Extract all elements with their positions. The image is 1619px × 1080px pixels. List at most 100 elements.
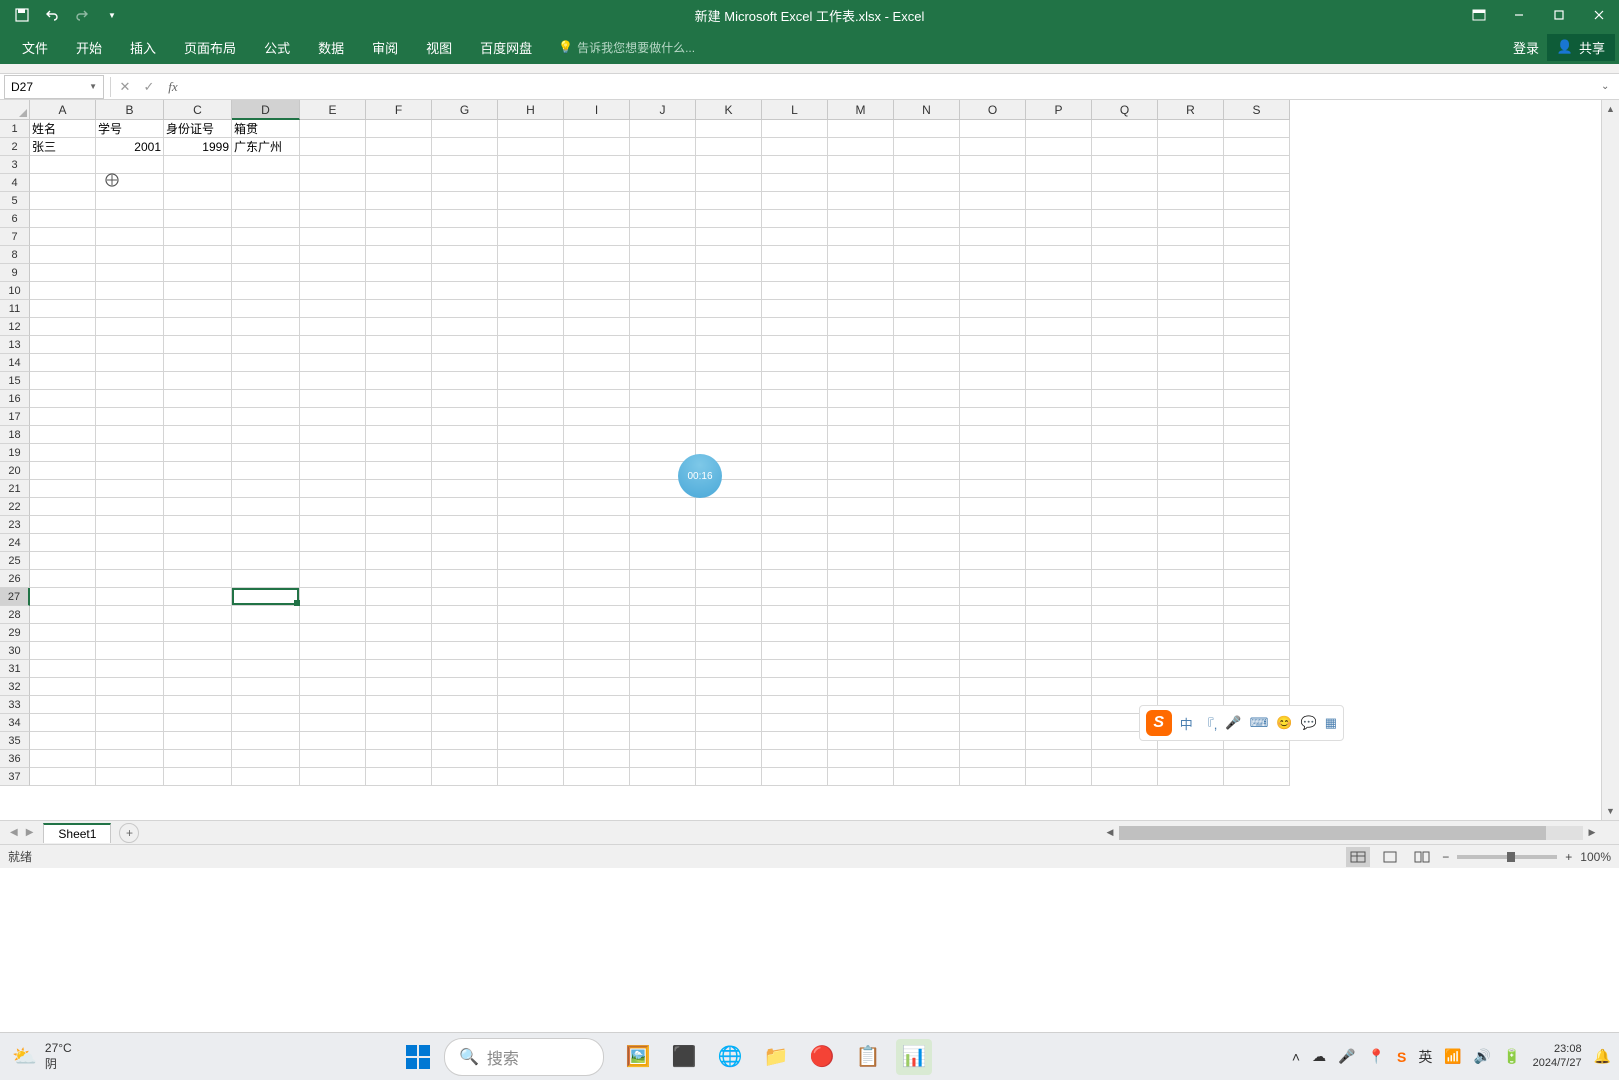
cell[interactable] (300, 714, 366, 732)
tab-review[interactable]: 审阅 (358, 30, 412, 64)
cell[interactable] (828, 192, 894, 210)
cell[interactable] (1224, 534, 1290, 552)
cell[interactable] (96, 714, 164, 732)
column-header[interactable]: G (432, 100, 498, 120)
cell[interactable] (1224, 300, 1290, 318)
cell[interactable] (960, 426, 1026, 444)
cell[interactable] (762, 678, 828, 696)
cell[interactable] (300, 678, 366, 696)
column-header[interactable]: N (894, 100, 960, 120)
cell[interactable] (894, 516, 960, 534)
cell[interactable] (1224, 192, 1290, 210)
cell[interactable] (432, 660, 498, 678)
tab-insert[interactable]: 插入 (116, 30, 170, 64)
cell[interactable] (828, 336, 894, 354)
cell[interactable] (894, 426, 960, 444)
cell[interactable] (498, 444, 564, 462)
cell[interactable] (1158, 660, 1224, 678)
share-button[interactable]: 👤 共享 (1547, 34, 1615, 61)
tab-home[interactable]: 开始 (62, 30, 116, 64)
cell[interactable] (300, 372, 366, 390)
row-header[interactable]: 14 (0, 354, 30, 372)
cell[interactable] (300, 246, 366, 264)
cell[interactable] (696, 156, 762, 174)
cell[interactable] (1158, 246, 1224, 264)
cell[interactable] (232, 570, 300, 588)
ime-punct[interactable]: 『, (1201, 714, 1218, 733)
cell[interactable] (696, 354, 762, 372)
cell[interactable]: 2001 (96, 138, 164, 156)
cell[interactable] (432, 588, 498, 606)
tray-mic-icon[interactable]: 🎤 (1338, 1048, 1355, 1065)
cell[interactable] (498, 732, 564, 750)
cell[interactable] (762, 714, 828, 732)
cell[interactable] (696, 300, 762, 318)
cell[interactable] (1092, 408, 1158, 426)
cell[interactable] (366, 570, 432, 588)
cell[interactable] (696, 246, 762, 264)
cell[interactable] (1158, 534, 1224, 552)
cell[interactable] (432, 444, 498, 462)
cell[interactable] (1158, 282, 1224, 300)
cell[interactable] (498, 282, 564, 300)
cell[interactable] (696, 174, 762, 192)
cell[interactable] (232, 534, 300, 552)
cell[interactable] (232, 354, 300, 372)
cell[interactable] (432, 750, 498, 768)
cell[interactable] (762, 372, 828, 390)
cell[interactable] (564, 642, 630, 660)
cell[interactable] (696, 678, 762, 696)
cell[interactable] (432, 570, 498, 588)
cell[interactable] (164, 660, 232, 678)
cell[interactable] (1026, 570, 1092, 588)
cell[interactable] (630, 534, 696, 552)
cell[interactable]: 广东广州 (232, 138, 300, 156)
column-header[interactable]: C (164, 100, 232, 120)
row-header[interactable]: 20 (0, 462, 30, 480)
cell[interactable] (164, 174, 232, 192)
cell[interactable] (696, 696, 762, 714)
cell[interactable] (564, 282, 630, 300)
scroll-left-icon[interactable]: ◀ (1101, 827, 1119, 838)
cell[interactable] (96, 318, 164, 336)
cell[interactable] (828, 714, 894, 732)
cell[interactable] (828, 156, 894, 174)
cell[interactable] (96, 696, 164, 714)
taskbar-chrome-icon[interactable]: 🔴 (804, 1039, 840, 1075)
cell[interactable] (696, 408, 762, 426)
cell[interactable] (696, 642, 762, 660)
cell[interactable] (232, 732, 300, 750)
cell[interactable] (232, 264, 300, 282)
tray-onedrive-icon[interactable]: ☁ (1312, 1048, 1326, 1065)
undo-icon[interactable] (44, 7, 60, 23)
cell[interactable] (762, 354, 828, 372)
cell[interactable] (1026, 426, 1092, 444)
cell[interactable] (498, 624, 564, 642)
cell[interactable] (828, 210, 894, 228)
ime-toolbar[interactable]: S 中 『, 🎤 ⌨ 😊 💬 ▦ (1139, 705, 1344, 741)
cell[interactable] (30, 732, 96, 750)
cell[interactable] (1158, 264, 1224, 282)
cell[interactable] (432, 606, 498, 624)
cell[interactable] (828, 480, 894, 498)
cell[interactable] (164, 696, 232, 714)
cell[interactable] (894, 210, 960, 228)
cell[interactable] (762, 228, 828, 246)
cell[interactable] (960, 138, 1026, 156)
cell[interactable] (232, 750, 300, 768)
cell[interactable] (762, 192, 828, 210)
cell[interactable] (1092, 174, 1158, 192)
cell[interactable] (498, 390, 564, 408)
cell[interactable] (432, 120, 498, 138)
cell[interactable] (564, 768, 630, 786)
cell[interactable] (1224, 318, 1290, 336)
tray-ime-lang[interactable]: 英 (1418, 1047, 1432, 1067)
select-all-button[interactable] (0, 100, 30, 120)
cell[interactable] (1092, 570, 1158, 588)
cell[interactable] (232, 192, 300, 210)
cell[interactable] (1026, 138, 1092, 156)
formula-input[interactable] (185, 75, 1601, 99)
cell[interactable] (696, 516, 762, 534)
row-header[interactable]: 25 (0, 552, 30, 570)
cell[interactable] (96, 354, 164, 372)
